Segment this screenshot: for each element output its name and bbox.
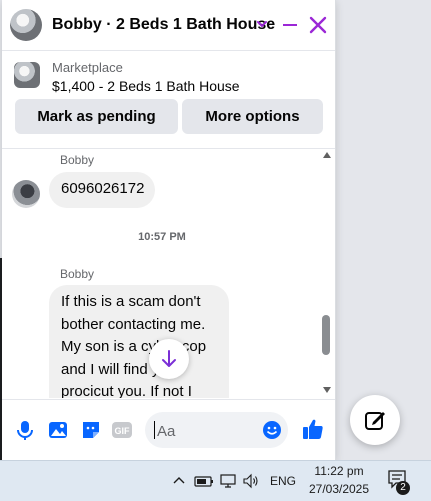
message-timestamp: 10:57 PM [138, 231, 186, 243]
chevron-up-icon[interactable] [172, 472, 186, 490]
arrow-down-icon [162, 350, 176, 367]
listing-thumbnail[interactable] [14, 62, 40, 88]
message-list[interactable]: Bobby 6096026172 10:57 PM Bobby If this … [2, 149, 335, 398]
listing-title[interactable]: $1,400 - 2 Beds 1 Bath House [52, 78, 240, 94]
new-message-button[interactable] [350, 395, 400, 445]
message-input[interactable] [155, 412, 259, 450]
message-scrollbar[interactable] [320, 149, 332, 398]
image-icon[interactable] [47, 419, 69, 441]
close-icon[interactable] [306, 13, 330, 37]
scrollbar-thumb[interactable] [322, 315, 330, 355]
chevron-down-icon[interactable] [323, 387, 331, 393]
battery-icon[interactable] [194, 472, 214, 490]
marketplace-label: Marketplace [52, 60, 123, 75]
clock-date[interactable]: 27/03/2025 [300, 482, 378, 496]
notification-count-badge: 2 [396, 481, 410, 495]
message-bubble[interactable]: If this is a scam don't bother contactin… [49, 285, 229, 398]
message-bubble[interactable]: 6096026172 [49, 172, 155, 208]
sticker-icon[interactable] [80, 419, 102, 441]
mark-as-pending-button[interactable]: Mark as pending [15, 99, 178, 134]
message-sender: Bobby [60, 153, 95, 167]
minimize-icon[interactable] [278, 13, 302, 37]
clock-time[interactable]: 11:22 pm [300, 464, 378, 478]
scroll-to-bottom-button[interactable] [149, 339, 189, 379]
network-icon[interactable] [219, 472, 237, 490]
chat-window: Bobby · 2 Beds 1 Bath House Marketplace … [2, 0, 336, 461]
chevron-up-icon[interactable] [323, 152, 331, 158]
emoji-icon[interactable] [261, 419, 283, 441]
chevron-down-icon[interactable] [254, 14, 270, 34]
contact-avatar[interactable] [10, 9, 42, 41]
compose-icon [365, 412, 385, 430]
message-input-wrapper[interactable] [145, 412, 288, 450]
language-indicator[interactable]: ENG [270, 474, 296, 488]
marketplace-listing: Marketplace $1,400 - 2 Beds 1 Bath House… [2, 52, 335, 149]
notification-center[interactable]: 2 [387, 468, 411, 495]
gif-icon[interactable]: GIF [111, 419, 133, 441]
message-composer: GIF [2, 399, 335, 461]
chat-header[interactable]: Bobby · 2 Beds 1 Bath House [2, 0, 335, 51]
chat-title[interactable]: Bobby · 2 Beds 1 Bath House [52, 16, 275, 34]
windows-taskbar: ENG 11:22 pm 27/03/2025 2 [0, 460, 431, 501]
sender-avatar[interactable] [12, 180, 40, 208]
like-icon[interactable] [301, 417, 325, 441]
message-sender: Bobby [60, 267, 95, 281]
volume-icon[interactable] [242, 472, 260, 490]
microphone-icon[interactable] [14, 419, 36, 441]
svg-text:GIF: GIF [115, 426, 131, 436]
more-options-button[interactable]: More options [182, 99, 323, 134]
